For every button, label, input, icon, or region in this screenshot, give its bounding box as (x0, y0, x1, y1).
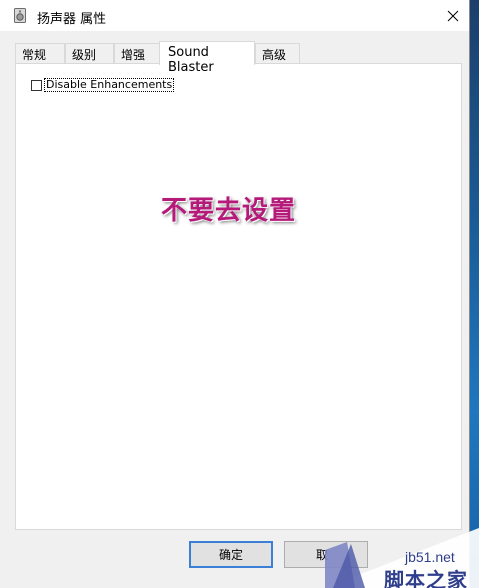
speaker-icon (14, 8, 26, 23)
disable-enhancements-checkbox[interactable] (31, 79, 42, 91)
tab-enhancements[interactable]: 增强 (114, 43, 160, 64)
watermark-url: jb51.net (405, 549, 455, 565)
annotation-text: 不要去设置 (161, 196, 297, 226)
properties-dialog: 扬声器 属性 常规 级别 增强 Sound Blaster 高级 Disable… (0, 0, 470, 588)
close-icon (447, 10, 459, 22)
sound-blaster-panel: Disable Enhancements 不要去设置 (15, 63, 462, 530)
disable-enhancements-option[interactable]: Disable Enhancements (31, 78, 175, 92)
close-button[interactable] (436, 0, 469, 31)
site-watermark: jb51.net 脚本之家 (325, 528, 479, 588)
tab-levels[interactable]: 级别 (65, 43, 114, 64)
tab-advanced[interactable]: 高级 (255, 43, 300, 64)
tab-general[interactable]: 常规 (15, 43, 65, 64)
watermark-brand: 脚本之家 (384, 568, 468, 588)
disable-enhancements-label[interactable]: Disable Enhancements (43, 78, 175, 92)
tab-strip: 常规 级别 增强 Sound Blaster 高级 (15, 41, 475, 75)
ok-button[interactable]: 确定 (189, 541, 273, 568)
desktop-background (470, 0, 479, 588)
window-title: 扬声器 属性 (37, 12, 107, 27)
tab-sound-blaster[interactable]: Sound Blaster (159, 41, 255, 75)
title-bar[interactable]: 扬声器 属性 (0, 0, 469, 31)
